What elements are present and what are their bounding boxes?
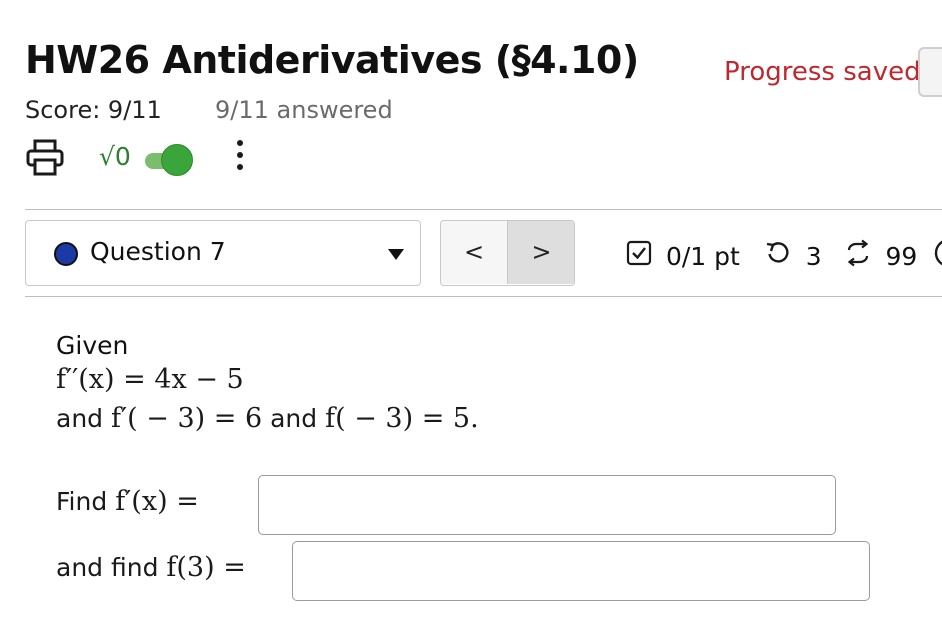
find-fprime-expr: f′(x) = xyxy=(115,486,199,517)
second-derivative-equation: f′′(x) = 4x − 5 xyxy=(56,364,244,395)
header-action-button[interactable] xyxy=(918,47,942,97)
previous-question-button[interactable]: < xyxy=(441,221,507,284)
kebab-menu-icon[interactable] xyxy=(232,140,248,176)
info-icon[interactable] xyxy=(933,238,942,274)
page-title: HW26 Antiderivatives (§4.10) xyxy=(25,38,639,82)
question-select[interactable]: Question 7 xyxy=(25,220,421,286)
answered-count: 9/11 answered xyxy=(215,96,393,124)
given-label: Given xyxy=(56,331,129,360)
math-display-toggle[interactable] xyxy=(141,143,195,177)
question-meta: 0/1 pt 3 99 xyxy=(626,238,942,272)
question-status-dot xyxy=(54,242,78,266)
caret-down-icon xyxy=(388,249,404,260)
points-label: 0/1 pt xyxy=(665,241,740,271)
and-word: and xyxy=(56,404,104,433)
printer-icon[interactable] xyxy=(25,139,65,181)
progress-status: Progress saved xyxy=(724,57,921,87)
find-prefix-2: and find xyxy=(56,553,159,582)
find-f3-expr: f(3) = xyxy=(166,552,246,583)
score-label: Score: 9/11 xyxy=(25,96,162,124)
question-select-label: Question 7 xyxy=(90,237,226,266)
attempts-count: 99 xyxy=(885,241,918,271)
header-divider xyxy=(25,209,942,210)
retries-count: 3 xyxy=(805,241,822,271)
attempts-icon xyxy=(844,239,872,273)
find-fprime-label: Find f′(x) = xyxy=(56,486,199,517)
function-condition: f( − 3) = 5. xyxy=(325,403,479,434)
retry-icon xyxy=(764,239,792,273)
find-prefix: Find xyxy=(56,487,108,516)
find-f3-label: and find f(3) = xyxy=(56,552,246,583)
fprime-answer-input[interactable] xyxy=(258,475,836,535)
derivative-condition: f′( − 3) = 6 xyxy=(111,403,263,434)
toggle-knob xyxy=(161,144,193,176)
next-question-button[interactable]: > xyxy=(507,221,574,284)
question-divider xyxy=(25,296,942,297)
checkbox-icon xyxy=(626,240,652,272)
question-nav-group: < > xyxy=(440,220,575,286)
f3-answer-input[interactable] xyxy=(292,541,870,601)
math-display-label: √0 xyxy=(99,142,131,171)
initial-conditions: and f′( − 3) = 6 and f( − 3) = 5. xyxy=(56,403,479,434)
and-word-2: and xyxy=(270,404,318,433)
